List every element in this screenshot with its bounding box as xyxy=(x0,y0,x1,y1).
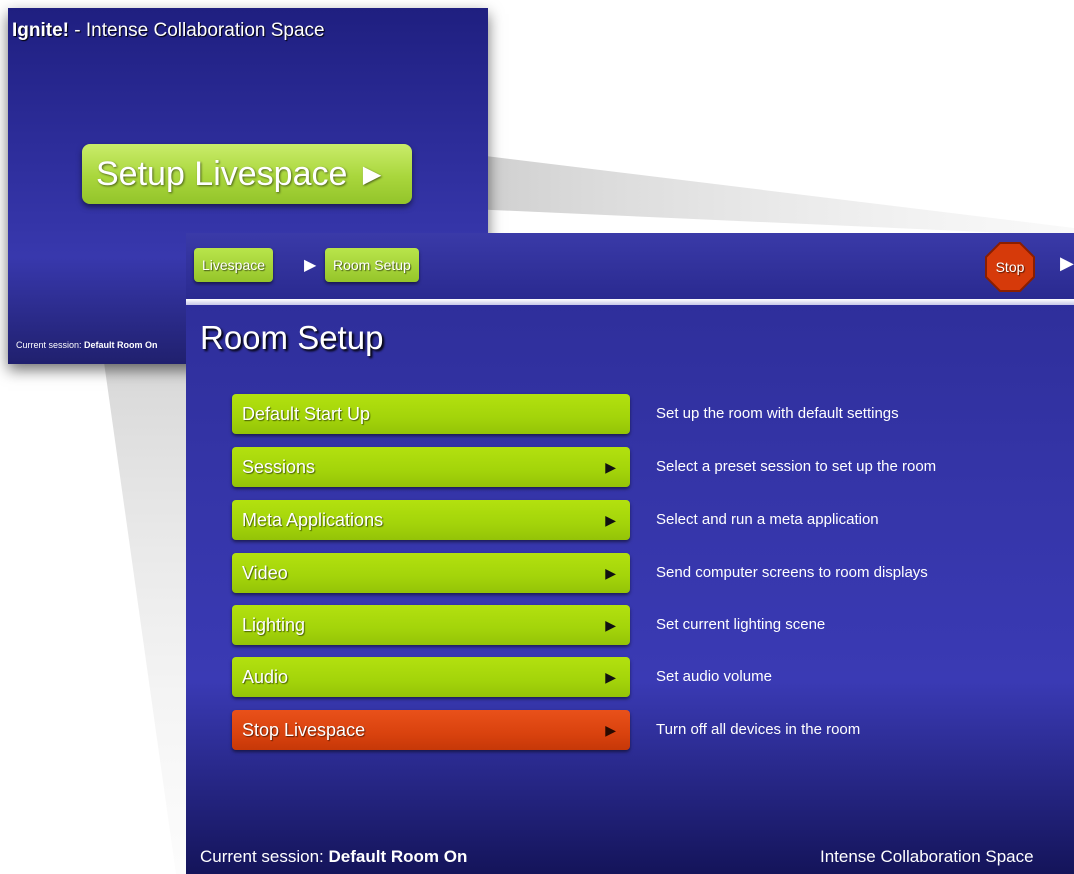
session-value: Default Room On xyxy=(328,847,468,866)
chevron-right-icon: ▶ xyxy=(605,669,616,685)
menu-row-video: Video ▶ Send computer screens to room di… xyxy=(232,553,1032,593)
breadcrumb-separator-icon: ▶ xyxy=(304,257,317,274)
menu-description: Set current lighting scene xyxy=(656,616,826,633)
stop-label: Stop xyxy=(995,259,1025,275)
session-label: Current session: xyxy=(200,847,329,866)
menu-description: Set up the room with default settings xyxy=(656,405,899,422)
menu-row-meta-applications: Meta Applications ▶ Select and run a met… xyxy=(232,500,1032,540)
setup-livespace-label: Setup Livespace xyxy=(96,155,348,193)
menu-button-label: Audio xyxy=(242,667,289,687)
menu-button-label: Stop Livespace xyxy=(242,720,366,740)
app-brand: Ignite! xyxy=(12,20,69,41)
chevron-right-icon: ▶ xyxy=(605,459,616,475)
chevron-right-icon: ▶ xyxy=(605,617,616,633)
menu-button-label: Lighting xyxy=(242,615,306,635)
menu-button-label: Sessions xyxy=(242,457,316,477)
stop-livespace-button[interactable]: Stop Livespace ▶ xyxy=(232,710,630,750)
audio-button[interactable]: Audio ▶ xyxy=(232,657,630,697)
menu-row-sessions: Sessions ▶ Select a preset session to se… xyxy=(232,447,1032,487)
top-bar: Livespace ▶ Room Setup Stop ▶ xyxy=(186,233,1074,299)
chevron-right-icon: ▶ xyxy=(605,722,616,738)
menu-description: Set audio volume xyxy=(656,668,772,685)
next-arrow-icon[interactable]: ▶ xyxy=(1060,253,1074,274)
breadcrumb-room-setup[interactable]: Room Setup xyxy=(325,248,419,282)
default-start-up-button[interactable]: Default Start Up xyxy=(232,394,630,434)
current-session-status: Current session: Default Room On xyxy=(200,847,467,867)
app-subtitle: - Intense Collaboration Space xyxy=(69,20,325,41)
menu-button-label: Default Start Up xyxy=(242,404,371,424)
menu-button-label: Meta Applications xyxy=(242,510,384,530)
menu-description: Send computer screens to room displays xyxy=(656,564,928,581)
menu-button-label: Video xyxy=(242,563,288,583)
menu-description: Select and run a meta application xyxy=(656,511,879,528)
setup-livespace-button[interactable]: Setup Livespace ▶ xyxy=(82,144,412,204)
play-arrow-icon: ▶ xyxy=(362,161,382,188)
stop-button[interactable]: Stop xyxy=(984,241,1036,293)
small-session-status: Current session: Default Room On xyxy=(16,340,158,350)
meta-applications-button[interactable]: Meta Applications ▶ xyxy=(232,500,630,540)
lighting-button[interactable]: Lighting ▶ xyxy=(232,605,630,645)
menu-description: Turn off all devices in the room xyxy=(656,721,861,738)
small-session-label: Current session: xyxy=(16,340,85,350)
space-name: Intense Collaboration Space xyxy=(820,847,1034,866)
menu-row-stop-livespace: Stop Livespace ▶ Turn off all devices in… xyxy=(232,710,1032,750)
breadcrumb-livespace[interactable]: Livespace xyxy=(194,248,274,282)
page-title: Room Setup xyxy=(200,319,384,356)
video-button[interactable]: Video ▶ xyxy=(232,553,630,593)
menu-description: Select a preset session to set up the ro… xyxy=(656,458,937,475)
room-setup-window: Livespace ▶ Room Setup Stop ▶ Room Setup… xyxy=(186,233,1074,874)
app-title: Ignite! - Intense Collaboration Space xyxy=(12,20,325,42)
chevron-right-icon: ▶ xyxy=(605,512,616,528)
chevron-right-icon: ▶ xyxy=(605,565,616,581)
menu-row-lighting: Lighting ▶ Set current lighting scene xyxy=(232,605,1032,645)
small-session-value: Default Room On xyxy=(84,340,158,350)
header-divider xyxy=(186,299,1074,305)
menu-row-audio: Audio ▶ Set audio volume xyxy=(232,657,1032,697)
menu-row-default-start-up: Default Start Up Set up the room with de… xyxy=(232,394,1032,434)
sessions-button[interactable]: Sessions ▶ xyxy=(232,447,630,487)
